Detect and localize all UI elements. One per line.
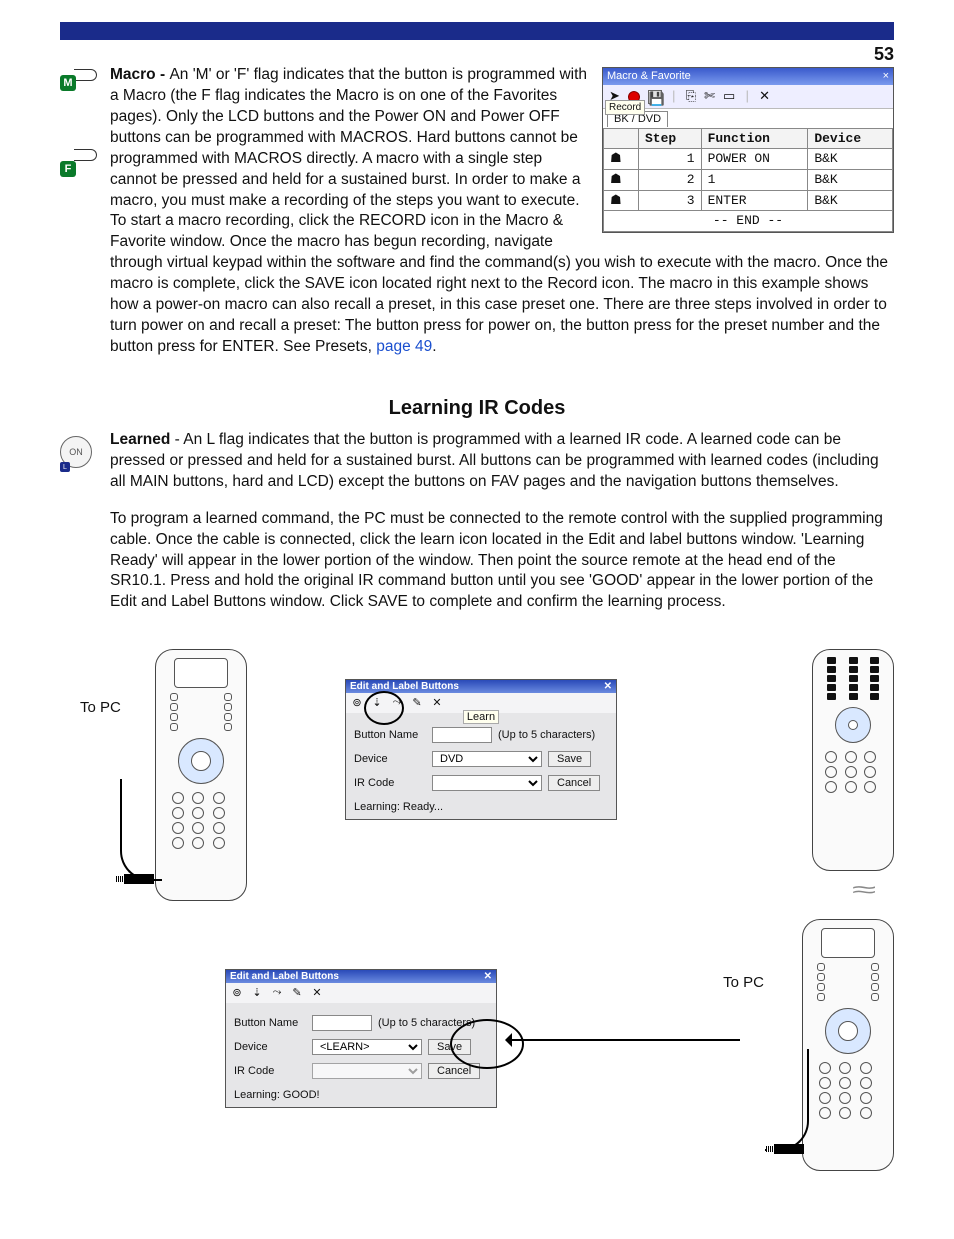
ircode-select[interactable]	[312, 1063, 422, 1079]
delete-icon[interactable]: ✕	[759, 88, 770, 106]
learn-icon[interactable]: ⇣	[250, 986, 264, 1000]
to-pc-label-2: To PC	[723, 974, 764, 991]
remote-sr10-bottom	[802, 919, 894, 1171]
save-icon[interactable]: 💾	[648, 90, 662, 104]
learning-diagram: To PC Edit and Label Buttons ✕ ⊚ ⇣ ⤳ ✎ ✕ …	[60, 649, 894, 1209]
col-function: Function	[701, 128, 808, 149]
edit-label-panel-ready: Edit and Label Buttons✕ ⊚ ⇣ ⤳ ✎ ✕ Learn …	[345, 679, 617, 820]
button-name-label: Button Name	[354, 729, 426, 741]
status-good: Learning: GOOD!	[226, 1083, 496, 1107]
device-select[interactable]: DVD	[432, 751, 542, 767]
device-label: Device	[354, 753, 426, 765]
ircode-select[interactable]	[432, 775, 542, 791]
copy-icon[interactable]: ⎘	[686, 88, 696, 106]
to-pc-label-1: To PC	[80, 699, 121, 716]
learn-tooltip: Learn	[463, 710, 499, 724]
ircode-label: IR Code	[354, 777, 426, 789]
macro-favorite-window: Macro & Favorite × ➤ 💾 | ⎘ ✄ ▭ | ✕ Recor…	[602, 67, 894, 233]
remote-sr10-top	[155, 649, 247, 901]
ir-waves-icon: ≈	[852, 877, 876, 903]
close-icon[interactable]: ✕	[604, 681, 612, 692]
device-select[interactable]: <LEARN>	[312, 1039, 422, 1055]
macro-steps-table: Step Function Device ☗1POWER ONB&K ☗21B&…	[603, 128, 893, 232]
macro-tool-icon[interactable]: ⤳	[270, 986, 284, 1000]
header-bar	[60, 22, 894, 40]
button-name-input[interactable]	[312, 1015, 372, 1031]
close-icon[interactable]: ✕	[484, 971, 492, 982]
cut-icon[interactable]: ✄	[704, 88, 715, 106]
edit-label-panel-good: Edit and Label Buttons ✕ ⊚ ⇣ ⤳ ✎ ✕ Button…	[225, 969, 497, 1108]
edit-icon[interactable]: ✎	[410, 696, 424, 710]
cancel-button[interactable]: Cancel	[548, 775, 600, 791]
close-icon[interactable]: ×	[883, 69, 889, 84]
button-name-label: Button Name	[234, 1017, 306, 1029]
section-heading-learning: Learning IR Codes	[60, 397, 894, 420]
margin-icons: M F	[60, 65, 110, 177]
panel1-title: Edit and Label Buttons	[350, 681, 459, 692]
delete-icon[interactable]: ✕	[310, 986, 324, 1000]
record-tooltip: Record	[605, 100, 645, 116]
upto-hint: (Up to 5 characters)	[498, 729, 595, 741]
ir-icon[interactable]: ⊚	[230, 986, 244, 1000]
table-row: ☗21B&K	[604, 170, 893, 191]
flag-l-icon: L	[60, 462, 70, 472]
flag-f-icon: F	[60, 161, 76, 177]
col-device: Device	[808, 128, 893, 149]
flag-m-icon: M	[60, 75, 76, 91]
table-row: ☗3ENTERB&K	[604, 190, 893, 211]
arrow-to-panel	[510, 1039, 740, 1041]
plug-2	[774, 1144, 804, 1154]
save-button[interactable]: Save	[548, 751, 591, 767]
presets-link[interactable]: page 49	[376, 338, 432, 355]
status-ready: Learning: Ready...	[346, 795, 616, 819]
ir-icon[interactable]: ⊚	[350, 696, 364, 710]
cable-1	[120, 779, 162, 881]
ircode-label: IR Code	[234, 1065, 306, 1077]
source-remote-top	[812, 649, 894, 871]
save-button[interactable]: Save	[428, 1039, 471, 1055]
learn-icon[interactable]: ⇣	[370, 696, 384, 710]
macro-window-title: Macro & Favorite	[607, 69, 691, 84]
cancel-button[interactable]: Cancel	[428, 1063, 480, 1079]
macro-tool-icon[interactable]: ⤳	[390, 696, 404, 710]
panel2-title: Edit and Label Buttons	[230, 971, 339, 982]
margin-icons-learning: ON L	[60, 430, 110, 472]
upto-hint: (Up to 5 characters)	[378, 1017, 475, 1029]
learned-paragraph-1: Learned - An L flag indicates that the b…	[110, 430, 894, 493]
learned-paragraph-2: To program a learned command, the PC mus…	[110, 509, 894, 614]
table-row: ☗1POWER ONB&K	[604, 149, 893, 170]
plug-1	[124, 874, 154, 884]
table-row-end: -- END --	[604, 211, 893, 232]
col-step: Step	[639, 128, 702, 149]
button-name-input[interactable]	[432, 727, 492, 743]
cable-2	[765, 1049, 809, 1151]
paste-icon[interactable]: ▭	[723, 88, 735, 106]
delete-icon[interactable]: ✕	[430, 696, 444, 710]
edit-icon[interactable]: ✎	[290, 986, 304, 1000]
page-number: 53	[60, 44, 894, 65]
device-label: Device	[234, 1041, 306, 1053]
